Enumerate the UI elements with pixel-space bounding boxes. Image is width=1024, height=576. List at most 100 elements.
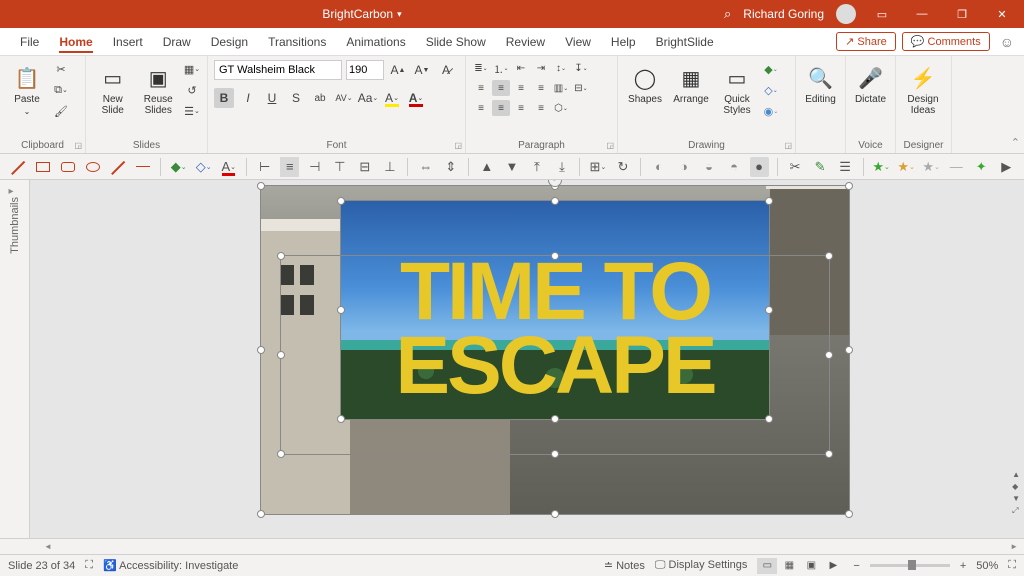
comments-button[interactable]: 💬 Comments <box>902 32 990 51</box>
merge4-icon[interactable]: ◓ <box>725 157 744 177</box>
selection-pane-icon[interactable]: ☰ <box>836 157 855 177</box>
line-shape-button[interactable] <box>8 157 27 177</box>
align-left-qat-icon[interactable]: ⊢ <box>255 157 274 177</box>
shape-fill-icon[interactable]: ◆⌄ <box>762 60 780 78</box>
numbering-icon[interactable]: ⒈⌄ <box>492 60 510 76</box>
change-case-icon[interactable]: Aa⌄ <box>358 88 378 108</box>
decrease-font-icon[interactable]: A▼ <box>412 60 432 80</box>
normal-view-icon[interactable]: ▭ <box>757 558 777 574</box>
merge3-icon[interactable]: ◒ <box>700 157 719 177</box>
tab-help[interactable]: Help <box>601 28 646 55</box>
slide-canvas[interactable]: TIME TOESCAPE <box>30 180 1024 538</box>
rrect-shape-button[interactable] <box>58 157 77 177</box>
align-middle-qat-icon[interactable]: ⊟ <box>355 157 374 177</box>
eyedropper-icon[interactable]: ✎ <box>811 157 830 177</box>
language-icon[interactable]: ⛶ <box>85 559 93 572</box>
clipboard-launcher-icon[interactable]: ◲ <box>74 141 82 150</box>
arrange-button[interactable]: ▦Arrange <box>670 60 712 105</box>
tab-animations[interactable]: Animations <box>336 28 415 55</box>
cut-icon[interactable]: ✂ <box>52 60 70 78</box>
send-backward-icon[interactable]: ▼ <box>502 157 521 177</box>
oval-shape-button[interactable] <box>83 157 102 177</box>
anim2-icon[interactable]: ★⌄ <box>897 157 916 177</box>
slideshow-view-icon[interactable]: ▶ <box>823 558 843 574</box>
strike-button[interactable]: S <box>286 88 306 108</box>
shapes-button[interactable]: ◯Shapes <box>624 60 666 105</box>
bring-front-icon[interactable]: ⤒ <box>527 157 546 177</box>
copy-icon[interactable]: ⧉⌄ <box>52 81 70 99</box>
rect-shape-button[interactable] <box>33 157 52 177</box>
accessibility-button[interactable]: ♿ Accessibility: Investigate <box>103 559 238 572</box>
collapse-ribbon-icon[interactable]: ⌃ <box>1011 136 1020 149</box>
paragraph-launcher-icon[interactable]: ◲ <box>606 141 614 150</box>
ribbon-display-icon[interactable]: ▭ <box>868 0 896 28</box>
paste-button[interactable]: 📋 Paste⌄ <box>6 60 48 116</box>
display-settings-button[interactable]: 🖵 Display Settings <box>655 559 748 572</box>
line2-shape-button[interactable] <box>108 157 127 177</box>
clear-format-icon[interactable]: A̷ <box>436 60 456 80</box>
text-color-button[interactable]: A⌄ <box>219 157 238 177</box>
minimize-icon[interactable]: — <box>908 0 936 28</box>
section-icon[interactable]: ☰⌄ <box>183 102 201 120</box>
merge2-icon[interactable]: ◑ <box>674 157 693 177</box>
reset-icon[interactable]: ↺ <box>183 81 201 99</box>
font-size-input[interactable] <box>346 60 384 80</box>
reading-view-icon[interactable]: ▣ <box>801 558 821 574</box>
drawing-launcher-icon[interactable]: ◲ <box>784 141 792 150</box>
shape-effects-icon[interactable]: ◉⌄ <box>762 102 780 120</box>
smartart-icon[interactable]: ⬡⌄ <box>552 100 570 116</box>
align-text-icon[interactable]: ⊟⌄ <box>572 80 590 96</box>
font-name-input[interactable] <box>214 60 342 80</box>
group-icon[interactable]: ⊞⌄ <box>588 157 607 177</box>
crop-icon[interactable]: ✂ <box>786 157 805 177</box>
align-left-icon[interactable]: ≡ <box>472 80 490 96</box>
tab-review[interactable]: Review <box>496 28 555 55</box>
fill-color-button[interactable]: ◆⌄ <box>169 157 188 177</box>
align-center2-icon[interactable]: ≡ <box>492 100 510 116</box>
text-direction-icon[interactable]: ↧⌄ <box>572 60 590 76</box>
zoom-out-icon[interactable]: − <box>853 560 859 572</box>
expand-thumbnails-icon[interactable]: ▸ <box>9 186 14 197</box>
outline-color-button[interactable]: ◇⌄ <box>194 157 213 177</box>
align-top-qat-icon[interactable]: ⊤ <box>330 157 349 177</box>
reuse-slides-button[interactable]: ▣ Reuse Slides <box>138 60 180 116</box>
search-icon[interactable]: ⌕ <box>724 6 731 22</box>
align-right-qat-icon[interactable]: ⊣ <box>305 157 324 177</box>
align-left2-icon[interactable]: ≡ <box>472 100 490 116</box>
align-right2-icon[interactable]: ≡ <box>512 100 530 116</box>
font-launcher-icon[interactable]: ◲ <box>454 141 462 150</box>
merge1-icon[interactable]: ◐ <box>649 157 668 177</box>
increase-font-icon[interactable]: A▲ <box>388 60 408 80</box>
zoom-slider[interactable] <box>870 564 950 567</box>
anim-pane-icon[interactable]: ▶ <box>997 157 1016 177</box>
align-center-icon[interactable]: ≡ <box>492 80 510 96</box>
rotate-icon[interactable]: ↻ <box>613 157 632 177</box>
merge5-icon[interactable]: ● <box>750 157 769 177</box>
italic-button[interactable]: I <box>238 88 258 108</box>
anim5-icon[interactable]: ✦ <box>972 157 991 177</box>
selection-inset[interactable] <box>340 200 770 420</box>
char-spacing-icon[interactable]: AV⌄ <box>334 88 354 108</box>
dist-v-icon[interactable]: ⇕ <box>441 157 460 177</box>
dictate-button[interactable]: 🎤Dictate <box>852 60 889 105</box>
anim3-icon[interactable]: ★⌄ <box>922 157 941 177</box>
bring-forward-icon[interactable]: ▲ <box>477 157 496 177</box>
distribute-icon[interactable]: ≡ <box>532 100 550 116</box>
new-slide-button[interactable]: ▭ New Slide <box>92 60 134 116</box>
slide[interactable]: TIME TOESCAPE <box>260 185 850 515</box>
dist-h-icon[interactable]: ⇔ <box>416 157 435 177</box>
zoom-in-icon[interactable]: + <box>960 560 966 572</box>
indent-increase-icon[interactable]: ⇥ <box>532 60 550 76</box>
feedback-icon[interactable]: ☺ <box>1000 34 1014 50</box>
horizontal-scrollbar[interactable] <box>0 538 1024 554</box>
restore-icon[interactable]: ❐ <box>948 0 976 28</box>
tab-home[interactable]: Home <box>49 28 102 55</box>
zoom-percent[interactable]: 50% <box>976 560 998 572</box>
tab-draw[interactable]: Draw <box>153 28 201 55</box>
slide-counter[interactable]: Slide 23 of 34 <box>8 560 75 572</box>
avatar[interactable] <box>836 4 856 24</box>
send-back-icon[interactable]: ⤓ <box>552 157 571 177</box>
thumbnail-pane[interactable]: ▸ Thumbnails <box>0 180 30 538</box>
justify-icon[interactable]: ≡ <box>532 80 550 96</box>
dropdown-icon[interactable]: ▾ <box>397 9 402 20</box>
